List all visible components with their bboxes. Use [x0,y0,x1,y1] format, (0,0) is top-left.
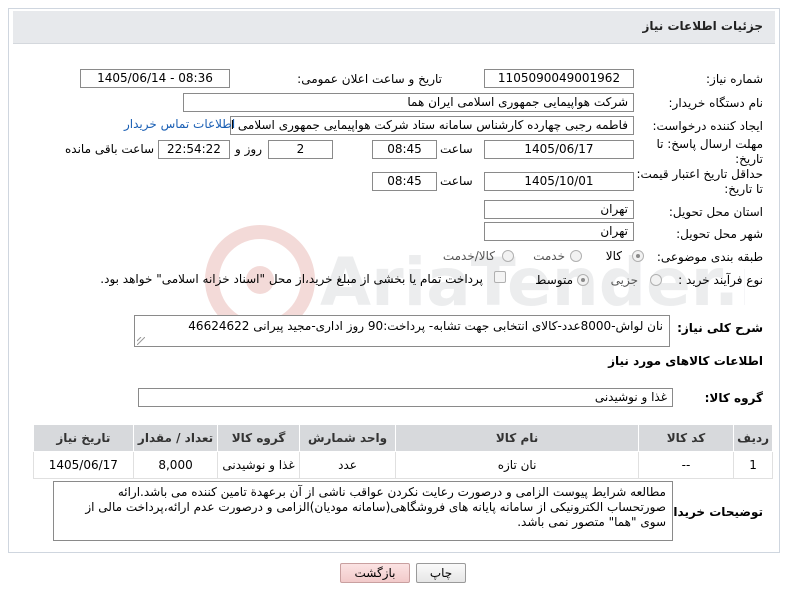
col-goods-name: نام کالا [395,424,639,452]
category-label: طبقه بندی موضوعی: [656,250,763,264]
back-button[interactable]: بازگشت [340,563,410,583]
col-goods-group: گروه کالا [217,424,300,452]
resize-grip-icon[interactable] [137,337,145,345]
purchase-type-label: نوع فرآیند خرید : [678,273,763,287]
reply-remaining-field: 22:54:22 [158,140,230,159]
validity-date-field: 1405/10/01 [484,172,634,191]
buyer-org-field: شرکت هواپیمایی جمهوری اسلامی ایران هما [183,93,634,112]
buyer-notes-label: توضیحات خریدار: [661,505,763,519]
buyer-org-label: نام دستگاه خریدار: [668,96,764,110]
price-validity-label: حداقل تاریخ اعتبار قیمت: تا تاریخ: [636,167,763,196]
col-need-date: تاریخ نیاز [33,424,134,452]
buyer-notes-textarea: مطالعه شرایط پیوست الزامی و درصورت رعایت… [53,481,673,541]
goods-info-heading: اطلاعات کالاهای مورد نیاز [608,354,763,368]
validity-time-label: ساعت [440,174,473,188]
purchase-medium-label: متوسط [535,273,573,287]
goods-group-label: گروه کالا: [704,391,763,405]
reply-time-field: 08:45 [372,140,437,159]
page-title: جزئیات اطلاعات نیاز [642,19,763,33]
purchase-minor-label: جزیی [610,273,638,287]
col-quantity: تعداد / مقدار [132,424,219,452]
cell-unit: عدد [298,451,397,479]
cell-need-date: 1405/06/17 [33,451,134,479]
panel-header: جزئیات اطلاعات نیاز [13,11,775,44]
purchase-minor-radio[interactable] [650,274,662,286]
announce-datetime-field: 1405/06/14 - 08:36 [80,69,230,88]
requester-label: ایجاد کننده درخواست: [652,119,763,133]
cell-row-number: 1 [733,451,773,479]
print-button[interactable]: چاپ [416,563,466,583]
reply-deadline-label: مهلت ارسال پاسخ: تا تاریخ: [656,137,763,166]
reply-days-field: 2 [268,140,333,159]
description-label: شرح کلی نیاز: [677,321,763,335]
col-row-number: ردیف [733,424,773,452]
col-goods-code: کد کالا [637,424,735,452]
category-goods-service-radio[interactable] [502,250,514,262]
delivery-province-label: استان محل تحویل: [668,205,763,219]
delivery-city-label: شهر محل تحویل: [676,227,763,241]
category-goods-service-label: کالا/خدمت [442,249,495,263]
category-goods-radio[interactable] [632,250,644,262]
description-textarea: نان لواش-8000عدد-کالای انتخابی جهت تشابه… [134,315,670,347]
city-field: تهران [484,222,634,241]
treasury-payment-checkbox[interactable] [494,271,506,283]
purchase-medium-radio[interactable] [577,274,589,286]
cell-goods-code: -- [637,451,735,479]
description-text: نان لواش-8000عدد-کالای انتخابی جهت تشابه… [188,319,663,333]
cell-goods-group: غذا و نوشیدنی [217,451,300,479]
requester-field: فاطمه رجبی چهارده کارشناس سامانه ستاد شر… [230,116,634,135]
buyer-contact-link[interactable]: اطلاعات تماس خریدار [124,117,235,131]
category-service-radio[interactable] [570,250,582,262]
need-number-label: شماره نیاز: [706,72,763,86]
need-number-field: 1105090049001962 [484,69,634,88]
treasury-payment-label: پرداخت تمام یا بخشی از مبلغ خرید،از محل … [100,272,483,286]
buyer-notes-text: مطالعه شرایط پیوست الزامی و درصورت رعایت… [85,485,666,529]
table-header-row: ردیف کد کالا نام کالا واحد شمارش گروه کا… [33,424,773,452]
announce-datetime-label: تاریخ و ساعت اعلان عمومی: [297,72,442,86]
day-and-label: روز و [235,142,262,156]
validity-time-field: 08:45 [372,172,437,191]
col-unit: واحد شمارش [298,424,397,452]
reply-time-label: ساعت [440,142,473,156]
goods-table: ردیف کد کالا نام کالا واحد شمارش گروه کا… [33,424,773,479]
cell-goods-name: نان تازه [395,451,639,479]
category-goods-label: کالا [605,249,622,263]
table-row: 1 -- نان تازه عدد غذا و نوشیدنی 8,000 14… [33,451,773,479]
reply-date-field: 1405/06/17 [484,140,634,159]
goods-group-field: غذا و نوشیدنی [138,388,673,407]
category-service-label: خدمت [533,249,565,263]
cell-quantity: 8,000 [132,451,219,479]
remaining-label: ساعت باقی مانده [65,142,155,156]
province-field: تهران [484,200,634,219]
